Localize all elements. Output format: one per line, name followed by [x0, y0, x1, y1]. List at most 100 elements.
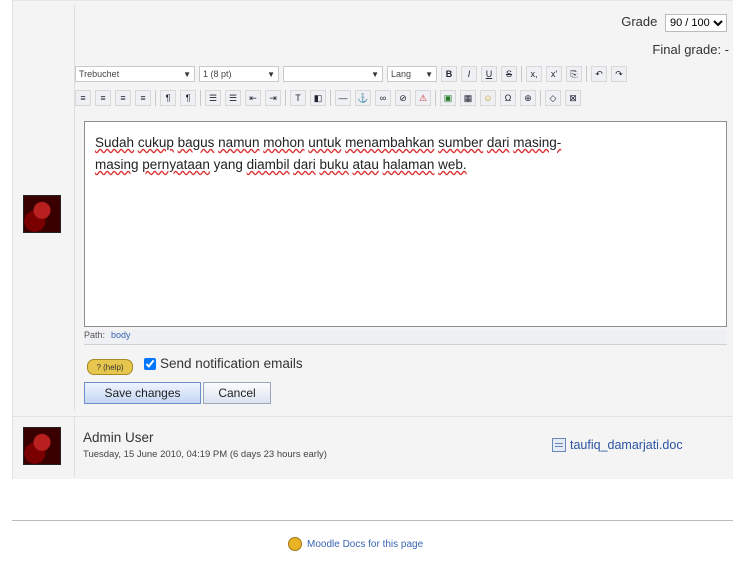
nolink-icon[interactable]: ⚠ [415, 90, 431, 106]
bold-button[interactable]: B [441, 66, 457, 82]
background-color-icon[interactable]: ◧ [310, 90, 326, 106]
footer-divider [12, 520, 733, 521]
admin-name: Admin User [83, 430, 154, 445]
special-char-icon[interactable]: Ω [500, 90, 516, 106]
editor-word: untuk [308, 135, 342, 150]
chevron-down-icon: ▼ [425, 69, 433, 79]
path-label: Path: [84, 330, 106, 340]
toolbar-separator [586, 66, 587, 82]
superscript-button[interactable]: x' [546, 66, 562, 82]
send-notification-checkbox[interactable] [144, 357, 156, 370]
help-icon [288, 537, 302, 551]
toolbar-separator [155, 90, 156, 106]
editor-word: diambil [246, 157, 290, 172]
editor-word: menambahkan [345, 135, 435, 150]
ltr-icon[interactable]: ¶ [160, 90, 176, 106]
editor-word: masing [95, 157, 139, 172]
editor-path-bar: Path: body [84, 330, 727, 345]
toolbar-separator [285, 90, 286, 106]
attachment-name[interactable]: taufiq_damarjati.doc [570, 438, 683, 452]
smiley-icon[interactable]: ☺ [480, 90, 496, 106]
moodle-docs-link[interactable]: Moodle Docs for this page [288, 537, 423, 551]
toolbar-separator [435, 90, 436, 106]
student-avatar[interactable] [23, 195, 61, 233]
cancel-button[interactable]: Cancel [203, 382, 271, 404]
fullscreen-icon[interactable]: ⊠ [565, 90, 581, 106]
search-replace-icon[interactable]: ⊕ [520, 90, 536, 106]
outdent-icon[interactable]: ⇤ [245, 90, 261, 106]
editor-toolbar: Trebuchet ▼ 1 (8 pt) ▼ ▼ Lang ▼ B I U S x, … [75, 60, 720, 114]
lang-value: Lang [391, 69, 412, 79]
attachment-link[interactable]: taufiq_damarjati.doc [552, 438, 683, 452]
align-right-icon[interactable]: ≡ [115, 90, 131, 106]
moodle-docs-label[interactable]: Moodle Docs for this page [307, 539, 423, 550]
editor-word: mohon [263, 135, 305, 150]
font-size-value: 1 (8 pt) [203, 69, 232, 79]
path-body-link[interactable]: body [111, 330, 131, 340]
chevron-down-icon: ▼ [371, 69, 379, 79]
strike-button[interactable]: S [501, 66, 517, 82]
toolbar-row-1: Trebuchet ▼ 1 (8 pt) ▼ ▼ Lang ▼ B I U S x, … [75, 63, 720, 85]
editor-word: dari [486, 135, 510, 150]
unordered-list-icon[interactable]: ☰ [225, 90, 241, 106]
undo-icon[interactable]: ↶ [591, 66, 607, 82]
align-left-icon[interactable]: ≡ [75, 90, 91, 106]
redo-icon[interactable]: ↷ [611, 66, 627, 82]
admin-avatar[interactable] [23, 427, 61, 465]
editor-line-1: Sudah cukup bagus namun mohon untuk mena… [95, 132, 716, 154]
editor-line-2: masing pernyataan yang diambil dari buku… [95, 154, 716, 176]
unlink-icon[interactable]: ⊘ [395, 90, 411, 106]
avatar-column [13, 417, 75, 477]
font-size-dropdown[interactable]: 1 (8 pt) ▼ [199, 66, 279, 82]
toolbar-separator [330, 90, 331, 106]
underline-button[interactable]: U [481, 66, 497, 82]
send-notification-option: Send notification emails [144, 356, 303, 371]
editor-word: cukup [137, 135, 174, 150]
align-justify-icon[interactable]: ≡ [135, 90, 151, 106]
admin-date: Tuesday, 15 June 2010, 04:19 PM (6 days … [83, 449, 327, 460]
chevron-down-icon: ▼ [267, 69, 275, 79]
final-grade: Final grade: - [652, 42, 729, 57]
align-center-icon[interactable]: ≡ [95, 90, 111, 106]
send-notification-label: Send notification emails [160, 356, 303, 371]
font-family-dropdown[interactable]: Trebuchet ▼ [75, 66, 195, 82]
heading-dropdown[interactable]: ▼ [283, 66, 383, 82]
editor-word: atau [352, 157, 379, 172]
insert-table-icon[interactable]: ▦ [460, 90, 476, 106]
subscript-button[interactable]: x, [526, 66, 542, 82]
editor-word: dari [293, 157, 316, 172]
insert-image-icon[interactable]: ▣ [440, 90, 456, 106]
horizontal-rule-icon[interactable]: — [335, 90, 351, 106]
text-color-icon[interactable]: T [290, 90, 306, 106]
grade-label: Grade [621, 14, 658, 29]
html-source-icon[interactable]: ◇ [545, 90, 561, 106]
editor-word: web. [438, 157, 467, 172]
feedback-editor[interactable]: Sudah cukup bagus namun mohon untuk mena… [84, 121, 727, 327]
toolbar-separator [521, 66, 522, 82]
editor-word: sumber [438, 135, 484, 150]
ordered-list-icon[interactable]: ☰ [205, 90, 221, 106]
anchor-icon[interactable]: ⚓ [355, 90, 371, 106]
editor-word: halaman [382, 157, 435, 172]
toolbar-separator [200, 90, 201, 106]
document-icon [552, 438, 566, 452]
rtl-icon[interactable]: ¶ [180, 90, 196, 106]
link-icon[interactable]: ∞ [375, 90, 391, 106]
lang-dropdown[interactable]: Lang ▼ [387, 66, 437, 82]
editor-word: masing- [513, 135, 562, 150]
editor-word: bagus [177, 135, 215, 150]
grade-dropdown[interactable]: 90 / 100 [665, 14, 727, 32]
help-button[interactable]: ? (help) [87, 359, 133, 375]
save-changes-button[interactable]: Save changes [84, 382, 201, 404]
chevron-down-icon: ▼ [183, 69, 191, 79]
editor-word: namun [218, 135, 260, 150]
italic-button[interactable]: I [461, 66, 477, 82]
grade-selector: Grade 90 / 100 [621, 14, 727, 32]
indent-icon[interactable]: ⇥ [265, 90, 281, 106]
editor-word: Sudah [95, 135, 135, 150]
toolbar-row-2: ≡ ≡ ≡ ≡ ¶ ¶ ☰ ☰ ⇤ ⇥ T ◧ — ⚓ ∞ ⊘ ⚠ ▣ ▦ ☺ … [75, 87, 720, 109]
editor-word: pernyataan [142, 157, 210, 172]
toolbar-separator [540, 90, 541, 106]
clean-word-button[interactable]: ⎘ [566, 66, 582, 82]
editor-word: yang [213, 157, 243, 172]
